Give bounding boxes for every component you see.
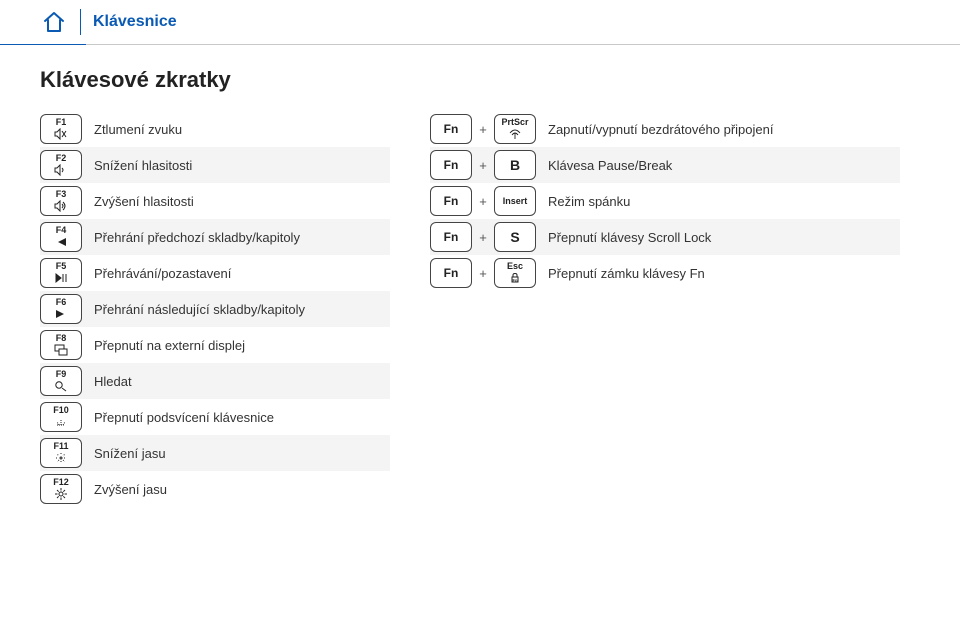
key-prtscr: PrtScr xyxy=(494,114,536,144)
external-display-icon xyxy=(54,344,68,356)
key-esc: EscFn xyxy=(494,258,536,288)
plus-icon: + xyxy=(478,230,488,245)
header-separator xyxy=(80,9,81,35)
plus-icon: + xyxy=(478,122,488,137)
key-insert: Insert xyxy=(494,186,536,216)
key-fn: Fn xyxy=(430,222,472,252)
shortcut-label: Přepnutí zámku klávesy Fn xyxy=(548,266,705,281)
fn-lock-icon: Fn xyxy=(508,272,522,284)
key-f4: F4 xyxy=(40,222,82,252)
key-f12: F12 xyxy=(40,474,82,504)
keyboard-backlight-icon xyxy=(54,416,68,428)
shortcut-row: F8 Přepnutí na externí displej xyxy=(40,327,390,363)
shortcut-row: Fn + PrtScr Zapnutí/vypnutí bezdrátového… xyxy=(430,111,900,147)
key-f1: F1 xyxy=(40,114,82,144)
plus-icon: + xyxy=(478,194,488,209)
shortcut-label: Přepnutí na externí displej xyxy=(94,338,390,353)
shortcut-row: Fn + S Přepnutí klávesy Scroll Lock xyxy=(430,219,900,255)
volume-down-icon xyxy=(54,164,68,176)
page-title: Klávesové zkratky xyxy=(40,67,920,93)
next-track-icon xyxy=(54,308,68,320)
shortcut-row: Fn + B Klávesa Pause/Break xyxy=(430,147,900,183)
search-icon xyxy=(54,380,68,392)
key-f6: F6 xyxy=(40,294,82,324)
shortcut-row: Fn + EscFn Přepnutí zámku klávesy Fn xyxy=(430,255,900,291)
plus-icon: + xyxy=(478,158,488,173)
shortcut-label: Zvýšení hlasitosti xyxy=(94,194,390,209)
key-fn: Fn xyxy=(430,150,472,180)
shortcut-label: Zapnutí/vypnutí bezdrátového připojení xyxy=(548,122,773,137)
brightness-up-icon xyxy=(54,488,68,500)
shortcut-label: Režim spánku xyxy=(548,194,630,209)
shortcut-row: F9 Hledat xyxy=(40,363,390,399)
key-f8: F8 xyxy=(40,330,82,360)
volume-up-icon xyxy=(54,200,68,212)
key-f2: F2 xyxy=(40,150,82,180)
shortcut-row: F11 Snížení jasu xyxy=(40,435,390,471)
shortcut-row: F6 Přehrání následující skladby/kapitoly xyxy=(40,291,390,327)
shortcut-row: Fn + Insert Režim spánku xyxy=(430,183,900,219)
shortcuts-right-column: Fn + PrtScr Zapnutí/vypnutí bezdrátového… xyxy=(430,111,900,507)
shortcut-label: Klávesa Pause/Break xyxy=(548,158,672,173)
shortcut-row: F12 Zvýšení jasu xyxy=(40,471,390,507)
play-pause-icon xyxy=(54,272,68,284)
shortcut-label: Přehrání následující skladby/kapitoly xyxy=(94,302,390,317)
shortcut-label: Snížení hlasitosti xyxy=(94,158,390,173)
shortcut-label: Snížení jasu xyxy=(94,446,390,461)
key-f11: F11 xyxy=(40,438,82,468)
shortcut-row: F10 Přepnutí podsvícení klávesnice xyxy=(40,399,390,435)
svg-text:Fn: Fn xyxy=(513,278,518,283)
shortcut-label: Ztlumení zvuku xyxy=(94,122,390,137)
key-s: S xyxy=(494,222,536,252)
breadcrumb[interactable]: Klávesnice xyxy=(93,13,177,31)
shortcut-row: F4 Přehrání předchozí skladby/kapitoly xyxy=(40,219,390,255)
key-b: B xyxy=(494,150,536,180)
shortcut-label: Přepnutí podsvícení klávesnice xyxy=(94,410,390,425)
home-icon[interactable] xyxy=(40,8,68,36)
shortcut-label: Zvýšení jasu xyxy=(94,482,390,497)
shortcut-label: Přepnutí klávesy Scroll Lock xyxy=(548,230,711,245)
shortcut-label: Hledat xyxy=(94,374,390,389)
shortcut-row: F2 Snížení hlasitosti xyxy=(40,147,390,183)
shortcut-row: F5 Přehrávání/pozastavení xyxy=(40,255,390,291)
plus-icon: + xyxy=(478,266,488,281)
key-fn: Fn xyxy=(430,258,472,288)
key-f10: F10 xyxy=(40,402,82,432)
brightness-down-icon xyxy=(54,452,68,464)
key-f9: F9 xyxy=(40,366,82,396)
key-fn: Fn xyxy=(430,186,472,216)
wireless-icon xyxy=(508,128,522,140)
key-f3: F3 xyxy=(40,186,82,216)
shortcut-row: F1 Ztlumení zvuku xyxy=(40,111,390,147)
mute-icon xyxy=(54,128,68,140)
key-fn: Fn xyxy=(430,114,472,144)
previous-track-icon xyxy=(54,236,68,248)
header-underline xyxy=(0,44,960,45)
shortcuts-left-column: F1 Ztlumení zvuku F2 Snížení hlasitosti … xyxy=(40,111,390,507)
shortcut-row: F3 Zvýšení hlasitosti xyxy=(40,183,390,219)
shortcut-label: Přehrávání/pozastavení xyxy=(94,266,390,281)
key-f5: F5 xyxy=(40,258,82,288)
shortcut-label: Přehrání předchozí skladby/kapitoly xyxy=(94,230,390,245)
